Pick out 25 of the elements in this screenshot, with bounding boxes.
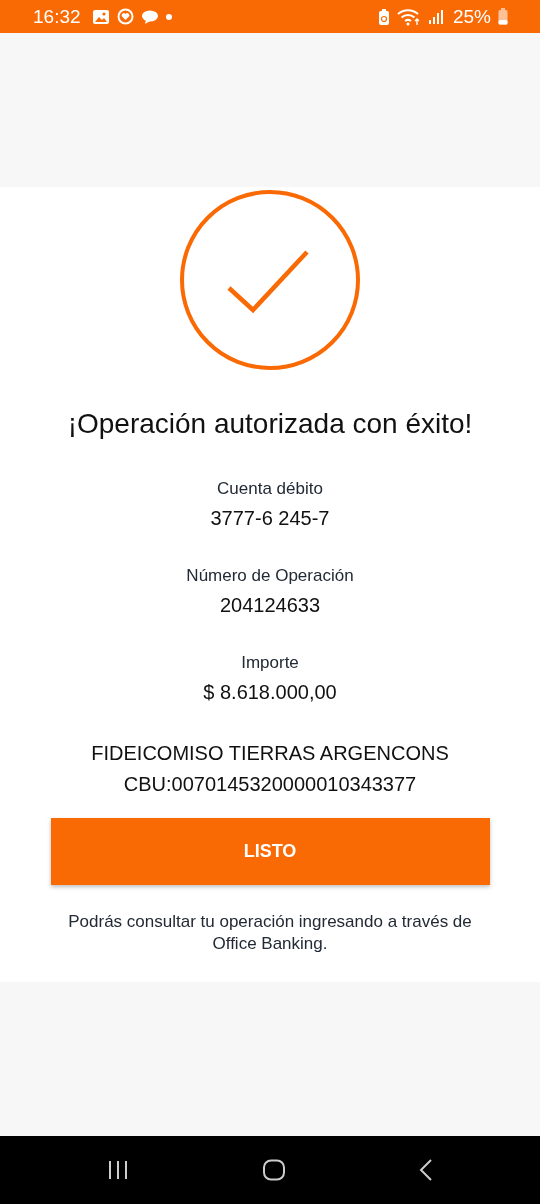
detail-value: $ 8.618.000,00 — [203, 680, 337, 704]
chat-icon — [140, 8, 159, 25]
success-title: ¡Operación autorizada con éxito! — [67, 407, 473, 441]
info-note: Podrás consultar tu operación ingresando a través de Office Banking. — [67, 910, 473, 955]
detail-label: Número de Operación — [186, 565, 354, 586]
checkmark-circle-icon — [179, 189, 361, 371]
recipient-cbu: CBU:0070145320000010343377 — [123, 772, 417, 796]
dot-icon — [165, 13, 172, 20]
status-time: 16:32 — [33, 5, 81, 28]
detail-value: 204124633 — [219, 593, 321, 617]
battery-percent: 25% — [452, 5, 491, 28]
wifi-icon — [396, 7, 421, 26]
back-icon[interactable] — [419, 1158, 434, 1182]
recipient-name: FIDEICOMISO TIERRAS ARGENCONS — [91, 741, 449, 765]
heart-circle-icon — [116, 8, 134, 25]
battery-saver-icon — [377, 7, 390, 26]
detail-label: Cuenta débito — [217, 478, 323, 499]
detail-label: Importe — [241, 652, 299, 673]
image-icon — [91, 8, 110, 25]
signal-icon — [427, 8, 444, 25]
done-button[interactable]: LISTO — [50, 817, 490, 885]
recent-apps-icon[interactable] — [106, 1160, 129, 1180]
home-icon[interactable] — [262, 1159, 286, 1181]
battery-icon — [498, 8, 508, 25]
detail-value: 3777-6 245-7 — [210, 506, 330, 530]
